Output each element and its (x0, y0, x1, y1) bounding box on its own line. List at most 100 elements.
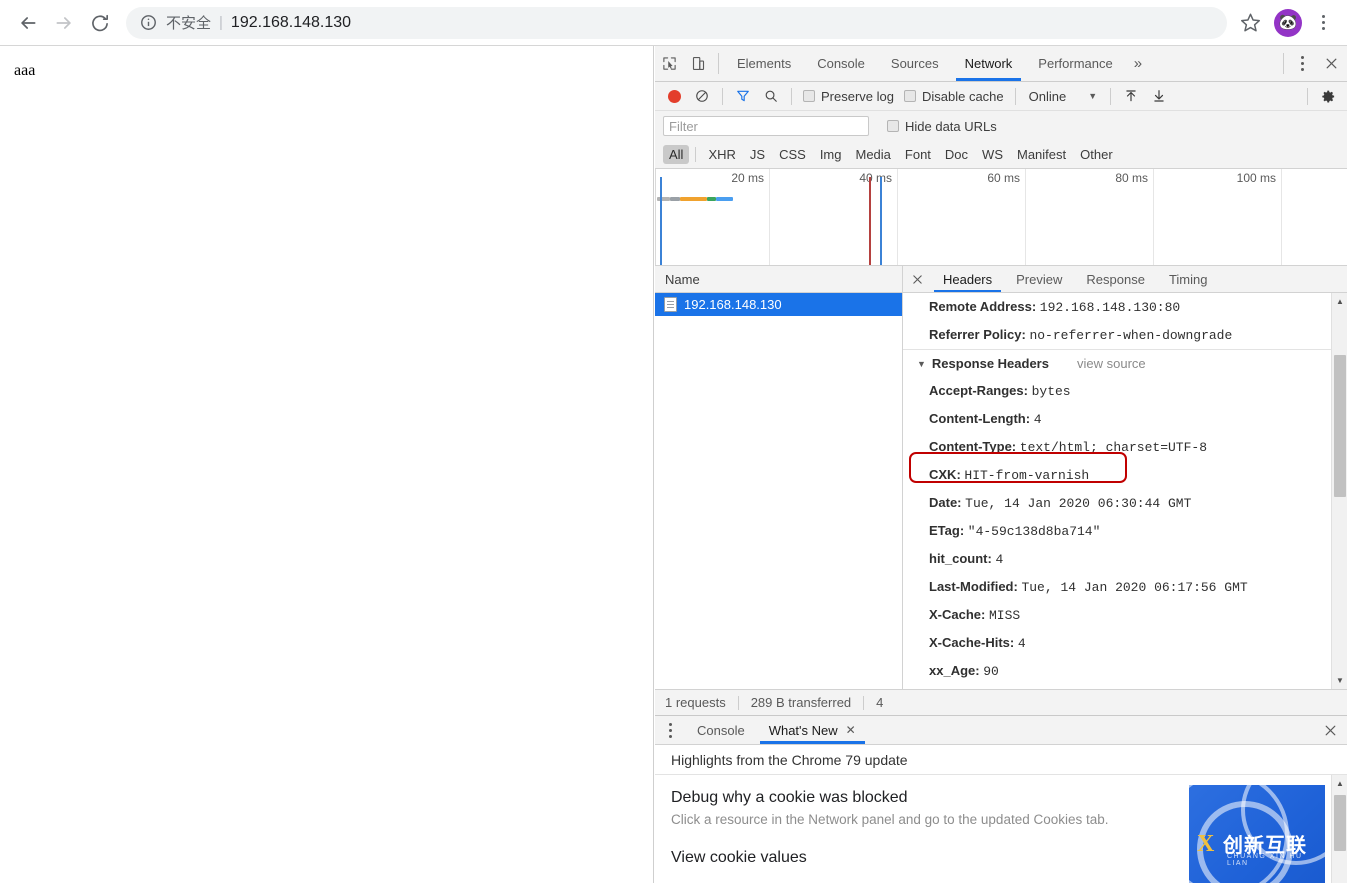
type-filter-media[interactable]: Media (849, 145, 896, 164)
status-resources: 4 (876, 695, 884, 710)
drawer-tab-whats-new[interactable]: What's New ✕ (757, 716, 868, 744)
response-headers-section-title[interactable]: ▼ Response Headers view source (903, 349, 1331, 377)
header-value: MISS (988, 608, 1021, 623)
header-row-remote-address: Remote Address: 192.168.148.130:80 (903, 293, 1331, 321)
network-settings-button[interactable] (1315, 83, 1341, 109)
overview-tick: 40 ms (859, 171, 892, 185)
tab-sources[interactable]: Sources (878, 46, 952, 81)
type-filter-img[interactable]: Img (814, 145, 848, 164)
detail-tab-response[interactable]: Response (1074, 266, 1157, 292)
network-overview-timeline[interactable]: 20 ms 40 ms 60 ms 80 ms 100 ms (655, 169, 1347, 266)
tab-elements[interactable]: Elements (724, 46, 804, 81)
header-key: Referrer Policy: (929, 327, 1026, 342)
header-row-referrer-policy: Referrer Policy: no-referrer-when-downgr… (903, 321, 1331, 349)
devtools-menu-button[interactable] (1289, 46, 1315, 81)
header-value: no-referrer-when-downgrade (1029, 328, 1233, 343)
request-list: Name 192.168.148.130 (655, 266, 903, 689)
device-toolbar-icon (692, 57, 705, 70)
drawer-close-button[interactable] (1313, 716, 1347, 744)
more-tabs-button[interactable]: » (1126, 46, 1150, 81)
drawer-tab-console[interactable]: Console (685, 716, 757, 744)
inspect-element-icon (663, 57, 676, 70)
import-har-button[interactable] (1118, 83, 1144, 109)
tab-label: Network (964, 56, 1013, 71)
whats-new-scrollbar[interactable]: ▲ (1331, 775, 1347, 883)
hide-data-urls-checkbox[interactable]: Hide data URLs (883, 119, 1001, 134)
header-key: Remote Address: (929, 299, 1037, 314)
disable-cache-checkbox[interactable]: Disable cache (900, 89, 1008, 104)
headers-scrollbar[interactable]: ▲ ▼ (1331, 293, 1347, 689)
export-har-button[interactable] (1146, 83, 1172, 109)
filter-toggle-button[interactable] (730, 83, 756, 109)
scroll-up-arrow[interactable]: ▲ (1332, 293, 1347, 310)
request-list-header[interactable]: Name (655, 266, 902, 293)
search-button[interactable] (758, 83, 784, 109)
header-row-xx-age: xx_Age: 90 (903, 657, 1331, 685)
avatar[interactable]: 🐼 (1274, 8, 1302, 37)
type-filter-ws[interactable]: WS (976, 145, 1009, 164)
document-icon (664, 297, 677, 312)
browser-toolbar: 不安全 | 192.168.148.130 🐼 (0, 0, 1347, 46)
chevron-down-icon: ▼ (1088, 91, 1098, 101)
drawer-menu-button[interactable] (655, 716, 685, 744)
type-filter-font[interactable]: Font (899, 145, 937, 164)
drawer-tab-close-icon[interactable]: ✕ (846, 723, 856, 737)
table-row[interactable]: 192.168.148.130 (655, 293, 902, 316)
section-label: Response Headers (931, 356, 1049, 371)
devtools-tabbar: Elements Console Sources Network Perform… (655, 46, 1347, 82)
devtools-close-button[interactable] (1315, 46, 1347, 81)
bookmark-button[interactable] (1233, 6, 1267, 40)
detail-tab-timing[interactable]: Timing (1157, 266, 1220, 292)
chevron-down-icon: ▼ (917, 358, 926, 369)
disable-cache-label: Disable cache (921, 88, 1004, 104)
throttling-dropdown[interactable]: Online ▼ (1023, 89, 1104, 104)
toolbar-divider (1110, 87, 1112, 105)
whats-new-subtitle: Highlights from the Chrome 79 update (655, 745, 1347, 775)
reload-button[interactable] (82, 5, 118, 41)
network-toolbar: Preserve log Disable cache Online ▼ (655, 82, 1347, 111)
type-filter-css[interactable]: CSS (773, 145, 812, 164)
inspect-element-button[interactable] (655, 46, 684, 81)
tab-label: Performance (1038, 56, 1113, 71)
scrollbar-thumb[interactable] (1334, 795, 1346, 851)
address-bar[interactable]: 不安全 | 192.168.148.130 (126, 6, 1227, 39)
detail-close-button[interactable] (903, 266, 931, 292)
record-button[interactable] (661, 83, 687, 109)
scrollbar-thumb[interactable] (1334, 355, 1346, 497)
type-filter-all[interactable]: All (663, 145, 690, 164)
tab-performance[interactable]: Performance (1025, 46, 1125, 81)
close-icon (912, 274, 922, 284)
header-value: "4-59c138d8ba714" (967, 524, 1101, 539)
detail-tab-headers[interactable]: Headers (931, 266, 1004, 292)
back-button[interactable] (10, 5, 46, 41)
scroll-down-arrow[interactable]: ▼ (1332, 672, 1347, 689)
scroll-up-arrow[interactable]: ▲ (1332, 775, 1347, 792)
clear-button[interactable] (689, 83, 715, 109)
header-value: 192.168.148.130:80 (1039, 300, 1181, 315)
type-filter-manifest[interactable]: Manifest (1011, 145, 1072, 164)
event-marker-domcontentloaded (869, 177, 871, 265)
forward-button[interactable] (46, 5, 82, 41)
device-toolbar-button[interactable] (684, 46, 713, 81)
type-filter-xhr[interactable]: XHR (702, 145, 741, 164)
preserve-log-checkbox[interactable]: Preserve log (799, 89, 898, 104)
browser-menu-button[interactable] (1309, 8, 1337, 38)
toolbar-divider (1283, 53, 1284, 74)
waterfall-segment-download (716, 197, 733, 201)
forward-arrow-icon (56, 16, 71, 29)
header-value: 4 (1017, 636, 1026, 651)
view-source-link[interactable]: view source (1077, 356, 1146, 371)
detail-tab-preview[interactable]: Preview (1004, 266, 1074, 292)
filter-input[interactable] (663, 116, 869, 136)
type-filter-doc[interactable]: Doc (939, 145, 974, 164)
type-filter-js[interactable]: JS (744, 145, 771, 164)
tab-console[interactable]: Console (804, 46, 878, 81)
overview-tick-labels: 20 ms 40 ms 60 ms 80 ms 100 ms (655, 169, 1347, 189)
tab-network[interactable]: Network (952, 46, 1026, 81)
header-row-etag: ETag: "4-59c138d8ba714" (903, 517, 1331, 545)
security-status-label: 不安全 (166, 15, 212, 32)
header-row-content-type: Content-Type: text/html; charset=UTF-8 (903, 433, 1331, 461)
url-text: 192.168.148.130 (230, 13, 352, 31)
header-row-last-modified: Last-Modified: Tue, 14 Jan 2020 06:17:56… (903, 573, 1331, 601)
type-filter-other[interactable]: Other (1074, 145, 1119, 164)
